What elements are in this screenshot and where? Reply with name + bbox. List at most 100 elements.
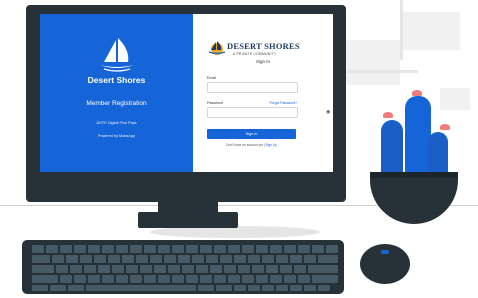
keyboard-key <box>116 245 128 253</box>
keyboard-key <box>318 285 330 291</box>
signin-button[interactable]: Sign In <box>207 129 296 139</box>
keyboard-key <box>186 275 198 283</box>
forgot-password-link[interactable]: Forgot Password? <box>269 101 297 105</box>
keyboard-key <box>200 275 212 283</box>
keyboard-key <box>70 265 82 273</box>
keyboard-key <box>186 245 198 253</box>
keyboard-key <box>84 265 96 273</box>
keyboard-key <box>164 255 176 263</box>
keyboard-key <box>252 265 264 273</box>
keyboard-key <box>80 255 92 263</box>
keyboard <box>22 240 344 294</box>
keyboard-key <box>32 255 50 263</box>
keyboard-key <box>248 255 260 263</box>
keyboard-key <box>280 265 292 273</box>
keyboard-key <box>308 265 338 273</box>
signup-prompt-text: Don't have an account yet <box>226 143 263 147</box>
keyboard-key <box>256 275 268 283</box>
password-field[interactable] <box>207 107 298 118</box>
keyboard-key <box>46 245 58 253</box>
keyboard-key <box>102 275 114 283</box>
keyboard-key <box>206 255 218 263</box>
keyboard-key <box>126 265 138 273</box>
keyboard-key <box>326 245 338 253</box>
keyboard-key <box>94 255 106 263</box>
keyboard-key <box>216 285 232 291</box>
brand-panel: Desert Shores Member Registration DDTE D… <box>40 14 193 172</box>
keyboard-key <box>74 245 86 253</box>
keyboard-row <box>32 285 330 291</box>
keyboard-key <box>318 255 338 263</box>
signup-link[interactable]: Sign Up <box>266 143 277 147</box>
keyboard-key <box>32 275 58 283</box>
keyboard-key <box>234 285 246 291</box>
keyboard-key <box>60 275 72 283</box>
keyboard-key <box>86 285 196 291</box>
sailboat-logo-icon <box>208 41 226 55</box>
keyboard-key <box>266 265 278 273</box>
cactus-flower <box>440 124 450 130</box>
keyboard-key <box>150 255 162 263</box>
keyboard-row <box>32 275 338 283</box>
keyboard-key <box>122 255 134 263</box>
keyboard-key <box>74 275 86 283</box>
keyboard-key <box>68 285 84 291</box>
keyboard-key <box>270 275 282 283</box>
keyboard-key <box>220 255 232 263</box>
keyboard-key <box>32 245 44 253</box>
cactus-flower <box>412 90 422 96</box>
keyboard-key <box>248 285 260 291</box>
keyboard-key <box>52 255 64 263</box>
keyboard-key <box>256 245 268 253</box>
keyboard-key <box>158 245 170 253</box>
keyboard-key <box>178 255 190 263</box>
brand-tagline: A PRIVATE COMMUNITY <box>233 52 277 56</box>
keyboard-key <box>112 265 124 273</box>
password-label: Password <box>207 101 223 105</box>
eye-icon[interactable]: ◉ <box>326 109 330 115</box>
keyboard-key <box>168 265 180 273</box>
keyboard-key <box>298 275 310 283</box>
keyboard-row <box>32 245 338 253</box>
signin-form: DESERT SHORES A PRIVATE COMMUNITY Sign I… <box>193 14 333 172</box>
keyboard-key <box>192 255 204 263</box>
keyboard-key <box>214 275 226 283</box>
keyboard-key <box>262 285 274 291</box>
cactus <box>381 120 403 176</box>
keyboard-key <box>228 275 240 283</box>
keyboard-key <box>200 245 212 253</box>
keyboard-key <box>172 245 184 253</box>
email-label: Email <box>207 76 216 80</box>
monitor-screen: Desert Shores Member Registration DDTE D… <box>40 14 333 172</box>
keyboard-key <box>130 245 142 253</box>
keyboard-key <box>242 275 254 283</box>
keyboard-key <box>116 275 128 283</box>
keyboard-key <box>304 285 316 291</box>
keyboard-key <box>32 285 48 291</box>
keyboard-key <box>234 255 246 263</box>
keyboard-key <box>196 265 208 273</box>
keyboard-key <box>198 285 214 291</box>
email-field[interactable] <box>207 82 298 93</box>
keyboard-key <box>210 265 222 273</box>
keyboard-key <box>214 245 226 253</box>
keyboard-key <box>154 265 166 273</box>
keyboard-key <box>290 255 302 263</box>
keyboard-key <box>50 285 66 291</box>
keyboard-key <box>144 275 156 283</box>
registration-heading: Member Registration <box>86 100 147 107</box>
keyboard-key <box>144 245 156 253</box>
background-line <box>400 0 403 60</box>
mouse <box>360 244 410 284</box>
keyboard-key <box>276 255 288 263</box>
brand-name: Desert Shores <box>87 75 146 85</box>
keyboard-key <box>270 245 282 253</box>
monitor-stand-base <box>138 212 238 228</box>
keyboard-key <box>224 265 236 273</box>
cactus-flower <box>383 112 393 118</box>
keyboard-key <box>56 265 68 273</box>
keyboard-key <box>242 245 254 253</box>
keyboard-row <box>32 265 338 273</box>
background-square <box>345 40 400 85</box>
keyboard-key <box>66 255 78 263</box>
